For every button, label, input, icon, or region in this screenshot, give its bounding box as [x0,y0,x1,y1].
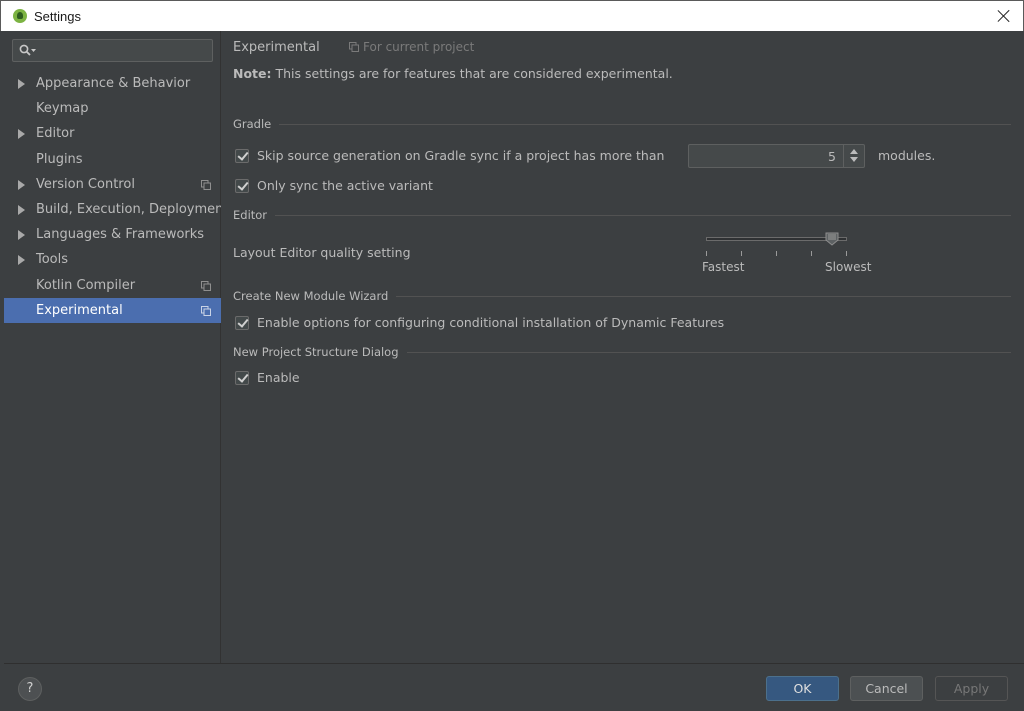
sidebar-item-keymap[interactable]: Keymap [4,96,221,121]
dialog-footer: ? OK Cancel Apply [4,663,1024,711]
slider-tick [706,251,707,256]
note-text: This settings are for features that are … [271,66,586,81]
project-structure-enable-option[interactable]: Enable [235,370,300,385]
project-scope-icon [201,305,211,316]
sidebar-item-languages-frameworks[interactable]: Languages & Frameworks [4,222,221,247]
slider-max-label: Slowest [825,260,872,274]
section-title: New Project Structure Dialog [233,345,399,359]
sidebar-item-plugins[interactable]: Plugins [4,147,221,172]
gradle-section-header: Gradle [233,117,1011,131]
expand-arrow-icon[interactable] [18,204,25,215]
expand-arrow-icon[interactable] [18,179,25,190]
close-button[interactable] [995,7,1013,25]
section-title: Gradle [233,117,272,131]
sidebar-item-kotlin-compiler[interactable]: Kotlin Compiler [4,273,221,298]
checkbox-label: Enable [257,370,300,385]
section-divider [396,295,1011,297]
module-wizard-section-header: Create New Module Wizard [233,289,1011,303]
stepper-buttons[interactable] [843,145,864,167]
sidebar-item-label: Experimental [36,302,123,318]
section-divider [279,123,1011,125]
settings-search-input[interactable] [12,39,213,62]
section-title: Create New Module Wizard [233,289,389,303]
sidebar-item-label: Plugins [36,151,83,167]
ok-button[interactable]: OK [766,676,839,701]
section-divider [275,214,1011,216]
scope-label: For current project [363,40,475,54]
sidebar-item-tools[interactable]: Tools [4,247,221,272]
sidebar-item-appearance-behavior[interactable]: Appearance & Behavior [4,71,221,96]
checkbox-label: Enable options for configuring condition… [257,315,725,330]
editor-section-header: Editor [233,208,1011,222]
android-studio-icon [13,9,27,23]
expand-arrow-icon[interactable] [18,129,25,140]
only-sync-active-variant-checkbox[interactable] [235,178,249,193]
project-structure-section-header: New Project Structure Dialog [233,345,1011,359]
apply-button[interactable]: Apply [935,676,1008,701]
expand-arrow-icon[interactable] [18,230,25,241]
slider-thumb[interactable] [825,232,839,246]
module-count-value[interactable]: 5 [828,149,836,164]
sidebar-item-build-execution-deployment[interactable]: Build, Execution, Deployment [4,197,228,222]
project-scope-icon [201,179,211,190]
section-title: Editor [233,208,268,222]
checkbox-label: Skip source generation on Gradle sync if… [257,148,665,163]
expand-arrow-icon[interactable] [18,255,25,266]
experimental-note: Note: This settings are for features tha… [233,66,673,81]
sidebar-item-version-control[interactable]: Version Control [4,172,221,197]
slider-min-label: Fastest [702,260,745,274]
help-button[interactable]: ? [18,677,42,701]
title-bar: Settings [0,0,1024,31]
project-scope-icon [349,42,359,52]
slider-tick [846,251,847,256]
decrement-arrow-icon[interactable] [850,157,858,162]
sidebar-item-editor[interactable]: Editor [4,121,221,146]
slider-tick [811,251,812,256]
search-icon[interactable] [19,44,36,56]
sidebar-item-label: Kotlin Compiler [36,277,136,293]
sidebar-item-label: Tools [36,252,69,268]
note-suffix: . [668,66,673,81]
sidebar-item-label: Keymap [36,101,89,117]
note-prefix: Note: [233,66,272,81]
sidebar-item-label: Editor [36,126,75,142]
dynamic-features-option[interactable]: Enable options for configuring condition… [235,315,724,330]
scope-indicator: For current project [349,40,474,54]
project-structure-enable-checkbox[interactable] [235,370,249,385]
settings-sidebar: Appearance & Behavior Keymap Editor Plug… [4,31,228,663]
layout-editor-quality-label: Layout Editor quality setting [233,245,411,260]
cancel-button[interactable]: Cancel [850,676,923,701]
modules-suffix-label: modules. [878,148,936,163]
module-count-stepper[interactable]: 5 [688,144,865,168]
only-sync-active-variant-option[interactable]: Only sync the active variant [235,178,433,193]
checkbox-label: Only sync the active variant [257,178,433,193]
project-scope-icon [201,280,211,291]
slider-tick [776,251,777,256]
sidebar-item-experimental[interactable]: Experimental [4,297,221,323]
expand-arrow-icon[interactable] [18,79,25,89]
sidebar-item-label: Build, Execution, Deployment [36,202,229,218]
skip-source-generation-option[interactable]: Skip source generation on Gradle sync if… [235,148,664,163]
sidebar-item-label: Languages & Frameworks [36,227,205,243]
settings-nav-tree: Appearance & Behavior Keymap Editor Plug… [4,71,228,323]
sidebar-item-label: Version Control [36,176,135,192]
note-emphasis: experimental [585,66,669,81]
increment-arrow-icon[interactable] [850,149,858,154]
skip-source-generation-checkbox[interactable] [235,148,249,163]
settings-content-panel: Experimental For current project Note: T… [221,31,1024,663]
dynamic-features-checkbox[interactable] [235,315,249,330]
slider-tick [741,251,742,256]
section-divider [406,351,1011,353]
page-title: Experimental [233,40,320,55]
window-title: Settings [34,8,81,24]
sidebar-item-label: Appearance & Behavior [36,76,191,92]
